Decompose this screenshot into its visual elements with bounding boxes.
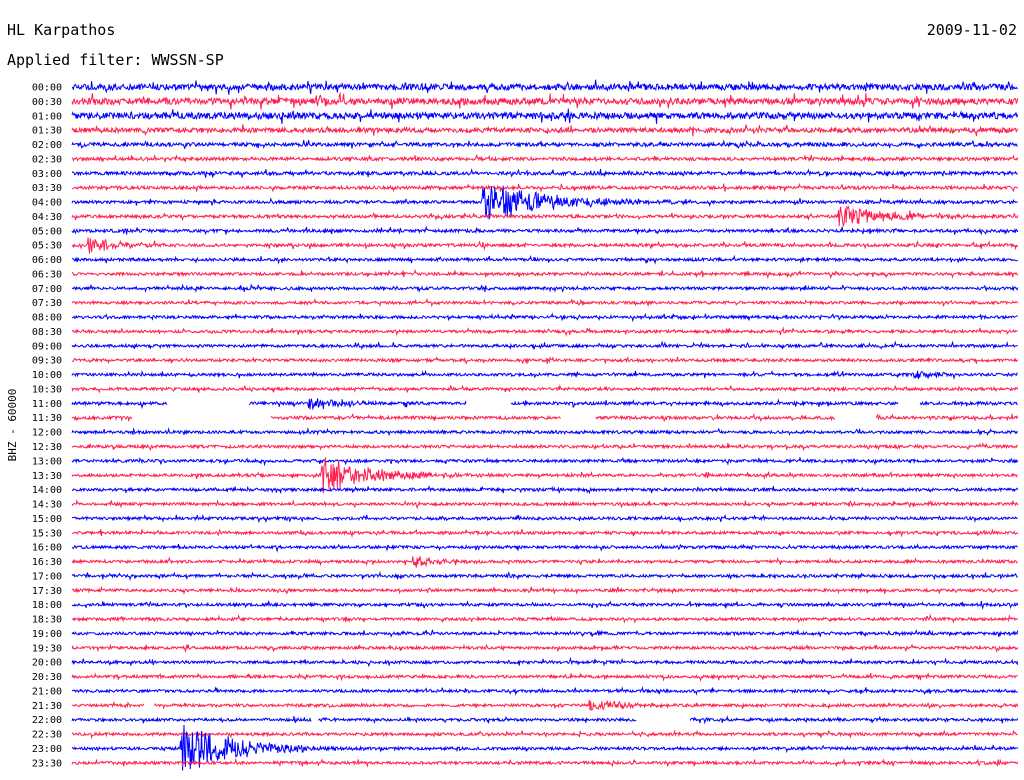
trace-line: [71, 427, 1019, 437]
trace-line: [71, 757, 1019, 768]
trace-line: [71, 384, 1019, 394]
trace-line: [71, 297, 1019, 308]
time-label: 16:00: [32, 543, 62, 554]
trace-line: [71, 556, 1018, 568]
trace-line: [71, 254, 1018, 265]
trace-line: [71, 108, 1019, 124]
time-label: 23:00: [32, 744, 62, 755]
time-label: 11:30: [32, 413, 62, 424]
trace-line: [72, 699, 1019, 711]
time-label: 05:30: [32, 241, 62, 252]
trace-line: [71, 729, 1018, 740]
time-label: 17:00: [32, 571, 62, 582]
time-label: 08:00: [32, 313, 62, 324]
time-label: 15:30: [32, 528, 62, 539]
trace-line: [71, 672, 1019, 683]
time-label: 02:30: [32, 154, 62, 165]
trace-line: [71, 570, 1018, 581]
trace-line: [71, 543, 1018, 553]
trace-line: [71, 154, 1019, 163]
time-label: 01:30: [32, 126, 62, 137]
trace-line: [71, 268, 1019, 280]
time-label: 12:00: [32, 428, 62, 439]
trace-line: [71, 91, 1019, 110]
trace-line: [71, 79, 1018, 95]
time-label: 14:00: [32, 485, 62, 496]
trace-line: [71, 485, 1019, 495]
trace-line: [71, 613, 1019, 624]
time-label: 03:00: [32, 169, 62, 180]
trace-line: [71, 528, 1019, 538]
time-label: 04:00: [32, 198, 62, 209]
trace-line: [71, 369, 1018, 380]
time-label: 04:30: [32, 212, 62, 223]
time-label: 03:30: [32, 183, 62, 194]
time-label: 07:30: [32, 298, 62, 309]
time-label: 17:30: [32, 586, 62, 597]
trace-line: [71, 237, 1019, 254]
trace-line: [71, 715, 1019, 725]
trace-line: [71, 456, 1019, 467]
time-label: 05:00: [32, 226, 62, 237]
trace-line: [71, 356, 1019, 365]
time-label: 11:00: [32, 399, 62, 410]
time-label-axis: 00:00 00:30 01:00 01:30 02:00 02:30 03:00 03:30…: [32, 83, 62, 770]
trace-line: [71, 340, 1018, 351]
time-label: 21:00: [32, 686, 62, 697]
trace-line: [71, 398, 1018, 411]
time-label: 22:30: [32, 730, 62, 741]
trace-line: [71, 643, 1019, 653]
time-label: 14:30: [32, 500, 62, 511]
time-label: 00:30: [32, 97, 62, 108]
time-label: 12:30: [32, 442, 62, 453]
time-label: 08:30: [32, 327, 62, 338]
time-label: 20:30: [32, 672, 62, 683]
time-label: 01:00: [32, 111, 62, 122]
trace-line: [71, 413, 1019, 423]
trace-line: [71, 585, 1019, 596]
trace-line: [71, 312, 1018, 323]
trace-line: [71, 283, 1019, 294]
time-label: 06:00: [32, 255, 62, 266]
trace-line: [72, 513, 1018, 524]
trace-line: [71, 499, 1019, 510]
time-label: 22:00: [32, 715, 62, 726]
time-label: 10:00: [32, 370, 62, 381]
time-label: 00:00: [32, 83, 62, 94]
trace-line: [71, 168, 1018, 179]
time-label: 06:30: [32, 269, 62, 280]
time-label: 07:00: [32, 284, 62, 295]
trace-line: [71, 139, 1018, 150]
time-label: 16:30: [32, 557, 62, 568]
trace-line: [72, 182, 1019, 193]
trace-line: [71, 124, 1019, 137]
time-label: 23:30: [32, 758, 62, 769]
trace-line: [71, 326, 1018, 337]
time-label: 21:30: [32, 701, 62, 712]
trace-line: [71, 686, 1018, 696]
time-label: 09:00: [32, 341, 62, 352]
trace-line: [71, 225, 1019, 236]
time-label: 18:00: [32, 600, 62, 611]
time-label: 20:00: [32, 658, 62, 669]
time-label: 13:30: [32, 471, 62, 482]
trace-line: [71, 599, 1019, 611]
time-label: 18:30: [32, 615, 62, 626]
trace-line: [71, 629, 1019, 639]
time-label: 13:00: [32, 456, 62, 467]
channel-label: BHZ - 60000: [6, 389, 19, 462]
time-label: 09:30: [32, 356, 62, 367]
time-label: 15:00: [32, 514, 62, 525]
helicorder-plot: 00:00 00:30 01:00 01:30 02:00 02:30 03:00 03:30…: [6, 79, 1019, 771]
trace-line: [71, 656, 1019, 668]
time-label: 10:30: [32, 384, 62, 395]
trace-line: [71, 442, 1018, 452]
time-label: 02:00: [32, 140, 62, 151]
trace-layer: [71, 79, 1019, 771]
time-label: 19:30: [32, 643, 62, 654]
time-label: 19:00: [32, 629, 62, 640]
trace-line: [71, 205, 1019, 227]
trace-line: [71, 457, 1019, 494]
